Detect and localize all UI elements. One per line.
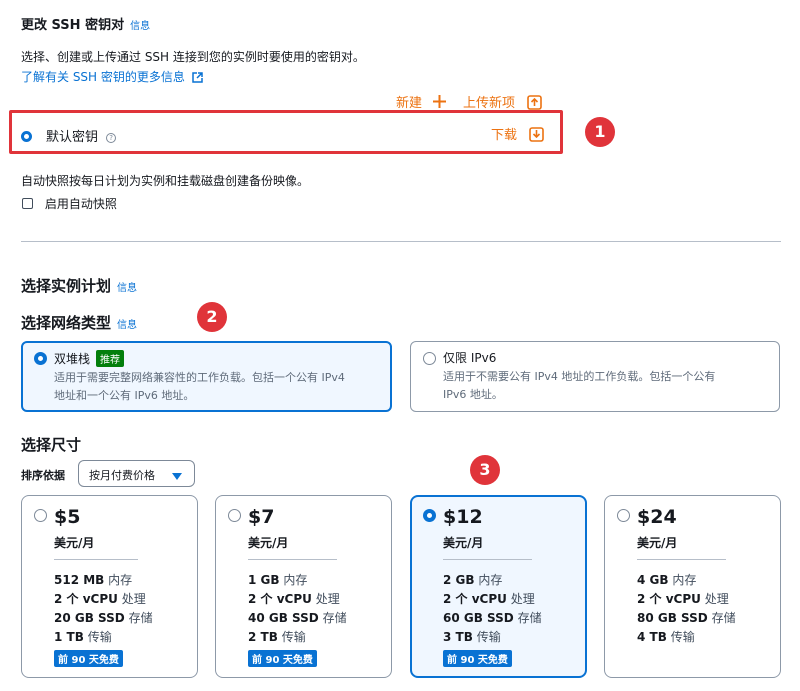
size-radio[interactable] [34,509,47,522]
ipv6-only-desc-line1: 适用于不需要公有 IPv4 地址的工作负载。包括一个公有 [443,370,716,383]
cpu-spec: 2 个 vCPU 处理 [54,592,146,606]
spec-list: 1 GB 内存 2 个 vCPU 处理 40 GB SSD 存储 2 TB 传输 [248,571,347,647]
free-trial-badge: 前 90 天免费 [443,650,512,667]
default-key-option[interactable]: 默认密钥 ? [46,126,117,145]
spec-list: 4 GB 内存 2 个 vCPU 处理 80 GB SSD 存储 4 TB 传输 [637,571,736,647]
help-icon[interactable]: ? [106,133,117,143]
price-value: $7 [248,506,275,528]
ipv6-only-label: 仅限 IPv6 [443,351,497,365]
ssh-info-link[interactable]: 信息 [130,21,150,32]
size-section-title: 选择尺寸 [21,436,82,454]
price-value: $5 [54,506,81,528]
transfer-spec: 3 TB 传输 [443,630,501,644]
storage-spec: 80 GB SSD 存储 [637,611,736,625]
external-link-icon [191,72,203,86]
dual-stack-desc-line2: 地址和一个公有 IPv6 地址。 [54,389,195,402]
memory-spec: 4 GB 内存 [637,573,697,587]
card-divider [248,559,337,560]
free-trial-badge: 前 90 天免费 [248,650,317,667]
recommended-badge: 推荐 [96,350,124,367]
annotation-badge-2: 2 [197,302,227,332]
ssh-description: 选择、创建或上传通过 SSH 连接到您的实例时要使用的密钥对。 [21,50,365,64]
network-info-link[interactable]: 信息 [117,320,137,331]
network-option-dual-stack[interactable]: 双堆栈 推荐 适用于需要完整网络兼容性的工作负载。包括一个公有 IPv4 地址和… [21,341,392,412]
snapshot-description: 自动快照按每日计划为实例和挂载磁盘创建备份映像。 [21,174,310,188]
price-unit: 美元/月 [248,536,289,550]
free-trial-badge: 前 90 天免费 [54,650,123,667]
download-key-button[interactable]: 下载 [491,124,544,146]
cpu-spec: 2 个 vCPU 处理 [248,592,340,606]
spec-list: 512 MB 内存 2 个 vCPU 处理 20 GB SSD 存储 1 TB … [54,571,153,647]
card-divider [443,559,532,560]
plan-section-title: 选择实例计划 信息 [21,277,138,295]
auto-snapshot-checkbox-row[interactable]: 启用自动快照 [22,195,117,212]
default-key-radio[interactable] [21,127,32,146]
cpu-spec: 2 个 vCPU 处理 [443,592,535,606]
transfer-spec: 1 TB 传输 [54,630,112,644]
card-divider [637,559,726,560]
transfer-spec: 2 TB 传输 [248,630,306,644]
price-unit: 美元/月 [443,536,484,550]
price-value: $12 [443,506,483,528]
size-radio[interactable] [228,509,241,522]
storage-spec: 40 GB SSD 存储 [248,611,347,625]
spec-list: 2 GB 内存 2 个 vCPU 处理 60 GB SSD 存储 3 TB 传输 [443,571,542,647]
annotation-badge-1: 1 [585,117,615,147]
network-section-title: 选择网络类型 信息 [21,314,138,332]
size-card-24[interactable]: $24 美元/月 4 GB 内存 2 个 vCPU 处理 80 GB SSD 存… [604,495,781,678]
transfer-spec: 4 TB 传输 [637,630,695,644]
sort-label: 排序依据 [21,469,65,482]
memory-spec: 2 GB 内存 [443,573,503,587]
price-unit: 美元/月 [637,536,678,550]
caret-down-icon [172,470,182,483]
cpu-spec: 2 个 vCPU 处理 [637,592,729,606]
price-value: $24 [637,506,677,528]
price-unit: 美元/月 [54,536,95,550]
size-card-7[interactable]: $7 美元/月 1 GB 内存 2 个 vCPU 处理 40 GB SSD 存储… [215,495,392,678]
ssh-section-title: 更改 SSH 密钥对 信息 [21,18,151,33]
storage-spec: 20 GB SSD 存储 [54,611,153,625]
section-divider [21,241,781,242]
dual-stack-desc-line1: 适用于需要完整网络兼容性的工作负载。包括一个公有 IPv4 [54,371,345,384]
dual-stack-label: 双堆栈 [54,352,91,366]
annotation-badge-3: 3 [470,455,500,485]
plan-info-link[interactable]: 信息 [117,283,137,294]
ssh-learn-more-link[interactable]: 了解有关 SSH 密钥的更多信息 [21,68,203,86]
size-radio[interactable] [617,509,630,522]
ipv6-only-desc-line2: IPv6 地址。 [443,388,503,401]
sort-dropdown[interactable]: 按月付费价格 [78,460,195,487]
memory-spec: 512 MB 内存 [54,573,133,587]
radio-selected[interactable] [21,131,32,142]
card-divider [54,559,138,560]
network-option-ipv6-only[interactable]: 仅限 IPv6 适用于不需要公有 IPv4 地址的工作负载。包括一个公有 IPv… [410,341,780,412]
auto-snapshot-checkbox[interactable] [22,198,33,209]
storage-spec: 60 GB SSD 存储 [443,611,542,625]
ipv6-only-radio[interactable] [423,352,436,365]
size-radio-selected[interactable] [423,509,436,522]
memory-spec: 1 GB 内存 [248,573,308,587]
size-card-5[interactable]: $5 美元/月 512 MB 内存 2 个 vCPU 处理 20 GB SSD … [21,495,198,678]
dual-stack-radio[interactable] [34,352,47,365]
download-icon [529,127,544,146]
size-card-12[interactable]: $12 美元/月 2 GB 内存 2 个 vCPU 处理 60 GB SSD 存… [410,495,587,678]
